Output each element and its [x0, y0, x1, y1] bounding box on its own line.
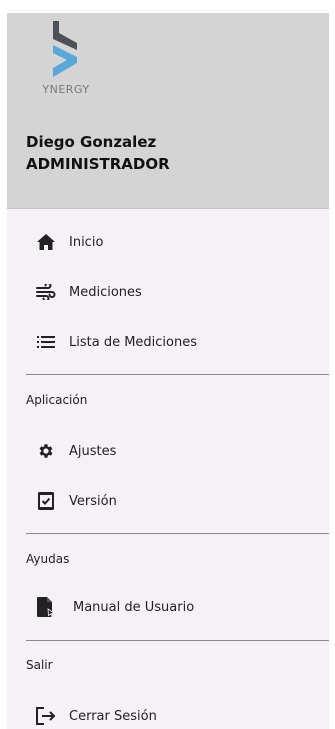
menu-item-mediciones[interactable]: Mediciones [7, 272, 329, 312]
section-title-ayudas: Ayudas [26, 552, 70, 566]
drawer-panel: YNERGY Diego Gonzalez ADMINISTRADOR Inic… [7, 13, 329, 729]
menu-item-cerrar-sesion[interactable]: Cerrar Sesión [7, 696, 329, 729]
menu-item-inicio[interactable]: Inicio [7, 222, 329, 262]
menu-item-label: Manual de Usuario [73, 599, 195, 615]
list-icon [36, 332, 56, 352]
navigation-drawer: YNERGY Diego Gonzalez ADMINISTRADOR Inic… [0, 0, 335, 729]
menu-item-label: Mediciones [69, 284, 142, 300]
divider [26, 533, 329, 534]
section-title-aplicacion: Aplicación [26, 393, 88, 407]
menu-item-ajustes[interactable]: Ajustes [7, 431, 329, 471]
menu-item-manual-de-usuario[interactable]: Manual de Usuario [7, 587, 329, 627]
menu-item-lista-de-mediciones[interactable]: Lista de Mediciones [7, 322, 329, 362]
menu-item-version[interactable]: Versión [7, 481, 329, 521]
wind-icon [36, 282, 56, 302]
app-logo: YNERGY [33, 21, 99, 101]
logout-icon [36, 706, 56, 726]
home-icon [36, 232, 56, 252]
user-name: Diego Gonzalez [26, 133, 157, 151]
document-icon [36, 597, 56, 617]
checkbox-icon [36, 491, 56, 511]
menu-item-label: Inicio [69, 234, 104, 250]
drawer-header: YNERGY Diego Gonzalez ADMINISTRADOR [7, 13, 329, 209]
menu-item-label: Lista de Mediciones [69, 334, 198, 350]
user-role: ADMINISTRADOR [26, 155, 170, 173]
menu-item-label: Versión [69, 493, 117, 509]
logo-mark-icon [53, 21, 77, 77]
divider [26, 640, 329, 641]
logo-text: YNERGY [42, 83, 90, 96]
menu-item-label: Cerrar Sesión [69, 708, 157, 724]
menu-item-label: Ajustes [69, 443, 117, 459]
divider [26, 374, 329, 375]
gear-icon [36, 441, 56, 461]
section-title-salir: Salir [26, 658, 53, 672]
